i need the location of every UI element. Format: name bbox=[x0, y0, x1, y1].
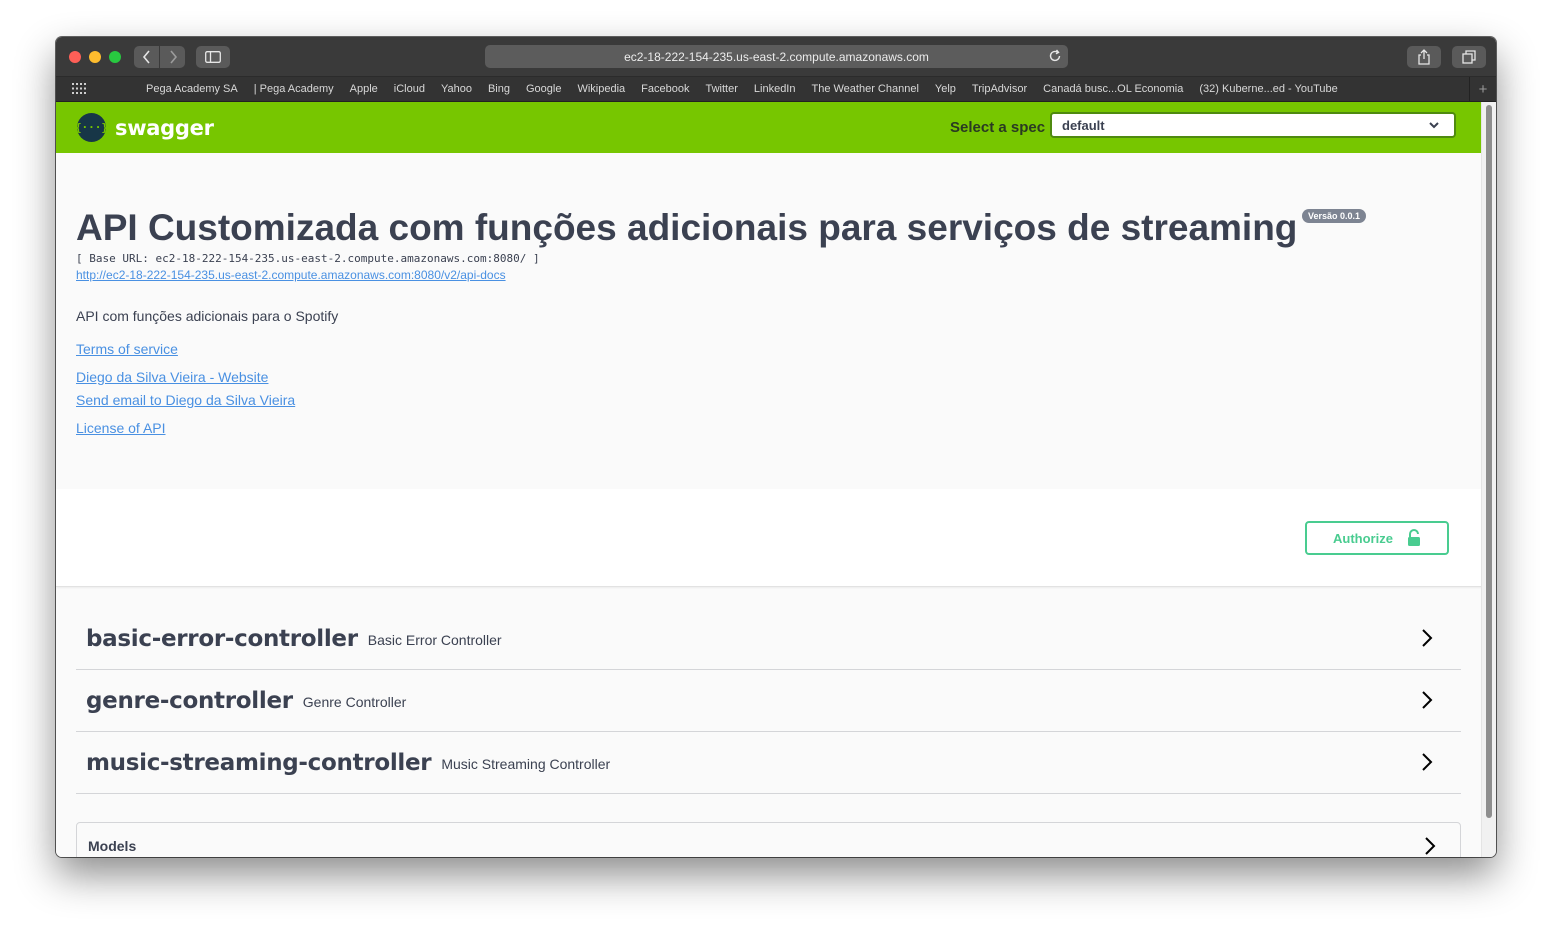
base-url: [ Base URL: ec2-18-222-154-235.us-east-2… bbox=[76, 252, 540, 265]
grid-icon[interactable] bbox=[72, 83, 86, 94]
bookmark-item[interactable]: The Weather Channel bbox=[811, 83, 918, 95]
unlock-icon bbox=[1407, 529, 1420, 546]
bookmark-item[interactable]: Canadá busc...OL Economia bbox=[1043, 83, 1183, 95]
new-tab-button[interactable]: + bbox=[1469, 77, 1496, 101]
bookmark-item[interactable]: Apple bbox=[350, 83, 378, 95]
swagger-logo-icon: {···} bbox=[75, 113, 108, 142]
swagger-logo-text: swagger bbox=[115, 115, 214, 140]
api-info: API Customizada com funções adicionais p… bbox=[76, 206, 1456, 438]
tag-name[interactable]: basic-error-controller bbox=[86, 626, 358, 652]
bookmark-item[interactable]: LinkedIn bbox=[754, 83, 796, 95]
back-button[interactable] bbox=[134, 46, 159, 68]
tag-description: Basic Error Controller bbox=[367, 632, 502, 648]
api-docs-link[interactable]: http://ec2-18-222-154-235.us-east-2.comp… bbox=[76, 268, 506, 282]
sidebar-toggle-button[interactable] bbox=[196, 46, 230, 68]
bookmark-item[interactable]: TripAdvisor bbox=[972, 83, 1027, 95]
models-section[interactable]: Models bbox=[76, 822, 1461, 857]
scrollbar-thumb[interactable] bbox=[1486, 105, 1492, 818]
forward-icon bbox=[169, 50, 177, 64]
tag-section[interactable]: genre-controller Genre Controller bbox=[76, 670, 1461, 732]
bookmark-item[interactable]: | Pega Academy bbox=[254, 83, 334, 95]
back-icon bbox=[142, 50, 150, 64]
bookmark-item[interactable]: (32) Kuberne...ed - YouTube bbox=[1199, 83, 1337, 95]
tag-section[interactable]: basic-error-controller Basic Error Contr… bbox=[76, 608, 1461, 670]
bookmark-item[interactable]: Twitter bbox=[705, 83, 737, 95]
chevron-down-icon bbox=[1429, 122, 1439, 129]
minimize-window-button[interactable] bbox=[89, 51, 101, 63]
browser-window: ec2-18-222-154-235.us-east-2.compute.ama… bbox=[56, 37, 1496, 857]
version-badge: Versão 0.0.1 bbox=[1302, 209, 1367, 223]
models-label: Models bbox=[88, 838, 137, 854]
bookmark-item[interactable]: Pega Academy SA bbox=[146, 83, 238, 95]
bookmark-item[interactable]: Yahoo bbox=[441, 83, 472, 95]
show-tabs-button[interactable] bbox=[1452, 46, 1486, 68]
share-icon bbox=[1418, 49, 1430, 65]
address-text: ec2-18-222-154-235.us-east-2.compute.ama… bbox=[624, 49, 929, 64]
bookmark-item[interactable]: Yelp bbox=[935, 83, 956, 95]
bookmark-item[interactable]: iCloud bbox=[394, 83, 425, 95]
api-description: API com funções adicionais para o Spotif… bbox=[76, 308, 339, 324]
tag-list: basic-error-controller Basic Error Contr… bbox=[76, 608, 1461, 794]
reload-icon[interactable] bbox=[1048, 49, 1062, 63]
authorize-button[interactable]: Authorize bbox=[1305, 521, 1449, 555]
spec-select[interactable]: default bbox=[1050, 112, 1456, 138]
bookmarks-bar: Pega Academy SA | Pega Academy Apple iCl… bbox=[56, 77, 1496, 102]
bookmark-item[interactable]: Facebook bbox=[641, 83, 689, 95]
forward-button[interactable] bbox=[160, 46, 185, 68]
authorize-label: Authorize bbox=[1333, 530, 1393, 546]
contact-email-link[interactable]: Send email to Diego da Silva Vieira bbox=[76, 392, 295, 408]
address-bar[interactable]: ec2-18-222-154-235.us-east-2.compute.ama… bbox=[485, 45, 1068, 68]
page-title: API Customizada com funções adicionais p… bbox=[76, 207, 1298, 248]
tag-description: Genre Controller bbox=[302, 694, 407, 710]
chevron-right-icon[interactable] bbox=[1421, 628, 1433, 648]
bookmark-list: Pega Academy SA | Pega Academy Apple iCl… bbox=[146, 77, 1338, 101]
zoom-window-button[interactable] bbox=[109, 51, 121, 63]
page-content: {···} swagger Select a spec default API … bbox=[56, 102, 1482, 857]
spec-select-value: default bbox=[1062, 117, 1105, 133]
history-nav bbox=[134, 46, 185, 68]
spec-select-label: Select a spec bbox=[950, 119, 1046, 136]
sidebar-icon bbox=[205, 51, 221, 63]
swagger-logo[interactable]: {···} swagger bbox=[75, 113, 214, 142]
page-scrollbar[interactable] bbox=[1481, 102, 1496, 857]
tag-description: Music Streaming Controller bbox=[441, 756, 611, 772]
chevron-right-icon[interactable] bbox=[1421, 752, 1433, 772]
tag-name[interactable]: genre-controller bbox=[86, 688, 293, 714]
chevron-right-icon[interactable] bbox=[1421, 690, 1433, 710]
chevron-right-icon[interactable] bbox=[1424, 836, 1436, 856]
license-link[interactable]: License of API bbox=[76, 420, 166, 436]
bookmark-item[interactable]: Bing bbox=[488, 83, 510, 95]
tag-section[interactable]: music-streaming-controller Music Streami… bbox=[76, 732, 1461, 794]
swagger-topbar: {···} swagger Select a spec default bbox=[56, 102, 1482, 153]
terms-of-service-link[interactable]: Terms of service bbox=[76, 341, 178, 357]
tag-name[interactable]: music-streaming-controller bbox=[86, 750, 432, 776]
bookmark-item[interactable]: Wikipedia bbox=[577, 83, 625, 95]
scheme-container: Authorize bbox=[56, 489, 1482, 587]
tabs-icon bbox=[1462, 50, 1476, 64]
share-button[interactable] bbox=[1407, 46, 1441, 68]
contact-website-link[interactable]: Diego da Silva Vieira - Website bbox=[76, 369, 268, 385]
close-window-button[interactable] bbox=[69, 51, 81, 63]
title-bar: ec2-18-222-154-235.us-east-2.compute.ama… bbox=[56, 37, 1496, 77]
bookmark-item[interactable]: Google bbox=[526, 83, 561, 95]
